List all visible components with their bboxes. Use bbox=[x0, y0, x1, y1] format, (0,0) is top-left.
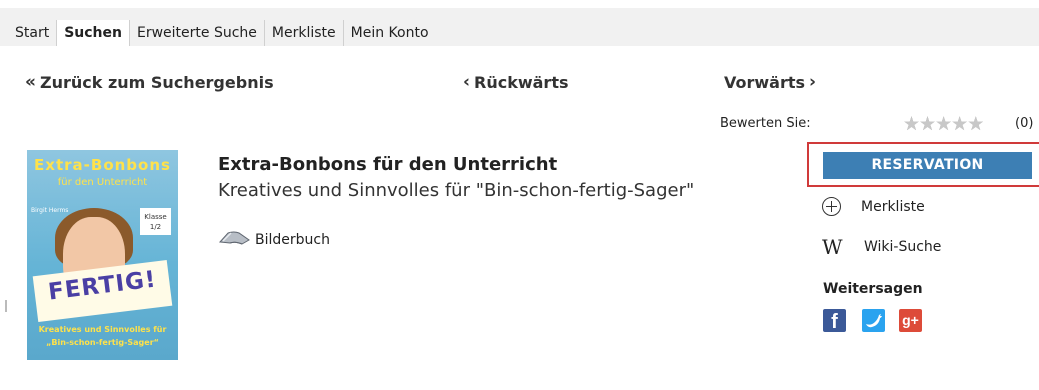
merkliste-label: Merkliste bbox=[861, 198, 925, 215]
tab-start[interactable]: Start bbox=[8, 20, 57, 46]
star-rating: ★ ★ ★ ★ ★ bbox=[903, 115, 984, 134]
tab-suchen[interactable]: Suchen bbox=[56, 20, 129, 46]
star-icon-1[interactable]: ★ bbox=[903, 115, 920, 134]
cover-badge-line2: 1/2 bbox=[149, 223, 162, 231]
star-icon-5[interactable]: ★ bbox=[967, 115, 984, 134]
cover-author: Birgit Herms bbox=[31, 207, 69, 214]
cover-bottom-line2: „Bin-schon-fertig-Sager“ bbox=[46, 338, 159, 347]
record-subtitle: Kreatives und Sinnvolles für "Bin-schon-… bbox=[218, 180, 695, 201]
star-icon-2[interactable]: ★ bbox=[919, 115, 936, 134]
media-type: Bilderbuch bbox=[218, 229, 330, 250]
rating-widget: Bewerten Sie: ★ ★ ★ ★ ★ (0) bbox=[720, 115, 1034, 136]
twitter-icon[interactable] bbox=[862, 309, 885, 332]
back-to-results-label: Zurück zum Suchergebnis bbox=[39, 72, 274, 92]
tab-merkliste[interactable]: Merkliste bbox=[263, 20, 343, 46]
plus-circle-icon bbox=[822, 197, 841, 216]
star-icon-3[interactable]: ★ bbox=[935, 115, 952, 134]
chevron-right-icon: › bbox=[809, 72, 817, 92]
double-chevron-left-icon: « bbox=[25, 72, 36, 92]
back-to-results-link[interactable]: « Zurück zum Suchergebnis bbox=[25, 72, 274, 92]
cover-grade-badge: Klasse 1/2 bbox=[140, 208, 171, 235]
wiki-search-action[interactable]: W Wiki-Suche bbox=[822, 237, 941, 257]
book-icon bbox=[218, 229, 251, 250]
star-icon-4[interactable]: ★ bbox=[951, 115, 968, 134]
page-edge-marker bbox=[5, 300, 7, 312]
book-cover-image[interactable]: Extra-Bonbons für den Unterricht Birgit … bbox=[27, 150, 178, 360]
main-tabs: Start Suchen Erweiterte Suche Merkliste … bbox=[8, 20, 436, 46]
chevron-left-icon: ‹ bbox=[463, 72, 471, 92]
media-type-label: Bilderbuch bbox=[255, 231, 330, 248]
cover-subtitle: für den Unterricht bbox=[57, 177, 148, 188]
wikipedia-icon: W bbox=[822, 235, 843, 259]
rating-label: Bewerten Sie: bbox=[720, 116, 811, 131]
record-title: Extra-Bonbons für den Unterricht bbox=[218, 154, 558, 175]
next-record-label: Vorwärts bbox=[724, 72, 806, 92]
reservation-button[interactable]: RESERVATION bbox=[823, 152, 1032, 179]
previous-record-link[interactable]: ‹ Rückwärts bbox=[463, 72, 569, 92]
share-title: Weitersagen bbox=[823, 281, 923, 297]
facebook-icon[interactable]: f bbox=[823, 309, 846, 333]
tab-mein-konto[interactable]: Mein Konto bbox=[342, 20, 436, 46]
cover-bottom-line1: Kreatives und Sinnvolles für bbox=[38, 325, 167, 334]
next-record-link[interactable]: Vorwärts › bbox=[724, 72, 816, 92]
cover-title: Extra-Bonbons bbox=[34, 156, 171, 174]
cover-bottom-text: Kreatives und Sinnvolles für „Bin-schon-… bbox=[27, 323, 178, 349]
cover-badge-line1: Klasse bbox=[144, 213, 167, 221]
previous-record-label: Rückwärts bbox=[474, 72, 569, 92]
tab-erweiterte-suche[interactable]: Erweiterte Suche bbox=[128, 20, 264, 46]
google-plus-icon[interactable]: g+ bbox=[899, 309, 922, 332]
rating-count: (0) bbox=[1015, 116, 1034, 131]
wiki-search-label: Wiki-Suche bbox=[864, 239, 942, 255]
add-to-merkliste-action[interactable]: Merkliste bbox=[822, 197, 925, 216]
